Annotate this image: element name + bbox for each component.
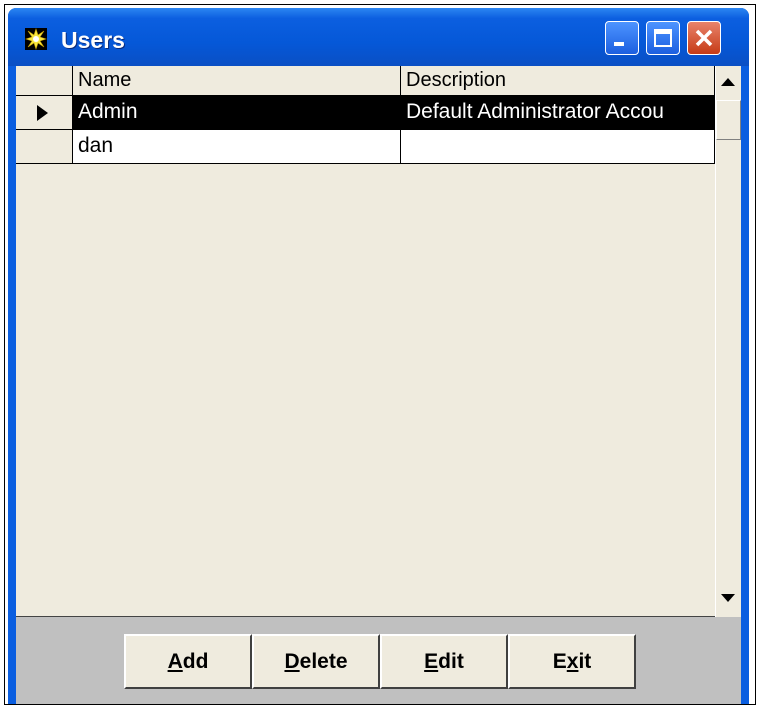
delete-button[interactable]: Delete bbox=[252, 634, 380, 689]
app-starburst-icon[interactable] bbox=[25, 28, 47, 50]
close-icon bbox=[695, 29, 713, 47]
exit-label-rest: it bbox=[578, 650, 592, 673]
header-indicator-cell bbox=[16, 66, 73, 96]
cell-name[interactable]: Admin bbox=[73, 96, 401, 130]
cell-description[interactable] bbox=[401, 130, 715, 164]
scroll-down-button[interactable] bbox=[716, 586, 741, 611]
table-row[interactable]: dan bbox=[16, 130, 715, 164]
table-row[interactable]: Admin Default Administrator Accou bbox=[16, 96, 715, 130]
scroll-down-icon bbox=[721, 594, 735, 602]
scroll-up-icon bbox=[721, 78, 735, 86]
minimize-button[interactable] bbox=[605, 21, 639, 55]
cell-name[interactable]: dan bbox=[73, 130, 401, 164]
users-grid[interactable]: Name Description Admin Default Administr… bbox=[16, 66, 741, 617]
add-button[interactable]: Add bbox=[124, 634, 252, 689]
column-header-name[interactable]: Name bbox=[73, 66, 401, 96]
maximize-icon bbox=[654, 29, 672, 47]
close-button[interactable] bbox=[687, 21, 721, 55]
edit-button[interactable]: Edit bbox=[380, 634, 508, 689]
row-indicator[interactable] bbox=[16, 96, 73, 130]
add-accel: A bbox=[167, 650, 183, 673]
delete-label-rest: elete bbox=[299, 650, 348, 673]
edit-accel: E bbox=[424, 650, 439, 673]
delete-accel: D bbox=[284, 650, 300, 673]
exit-button[interactable]: Exit bbox=[508, 634, 636, 689]
exit-label-pre: E bbox=[552, 650, 567, 673]
edit-label-rest: dit bbox=[438, 650, 464, 673]
users-window: Users Name Description Admin Default Adm… bbox=[8, 8, 749, 704]
column-header-description[interactable]: Description bbox=[401, 66, 715, 96]
scroll-thumb[interactable] bbox=[716, 100, 741, 140]
row-pointer-icon bbox=[37, 105, 48, 121]
cell-description[interactable]: Default Administrator Accou bbox=[401, 96, 715, 130]
scroll-up-button[interactable] bbox=[716, 70, 741, 95]
exit-accel: x bbox=[566, 650, 579, 673]
maximize-button[interactable] bbox=[646, 21, 680, 55]
add-label-rest: dd bbox=[182, 650, 209, 673]
client-area: Name Description Admin Default Administr… bbox=[16, 66, 741, 704]
row-indicator[interactable] bbox=[16, 130, 73, 164]
vertical-scrollbar[interactable] bbox=[715, 66, 741, 617]
minimize-icon bbox=[614, 42, 624, 46]
title-bar[interactable]: Users bbox=[8, 8, 749, 66]
window-title: Users bbox=[61, 27, 125, 53]
